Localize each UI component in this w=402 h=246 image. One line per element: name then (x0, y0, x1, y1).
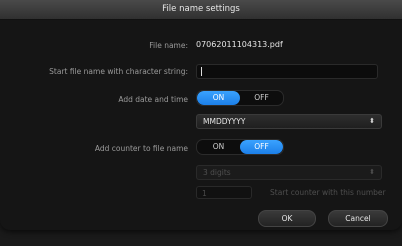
ok-button[interactable]: OK (258, 210, 316, 227)
select-arrows-icon: ⬍ (369, 168, 375, 176)
dialog-title: File name settings (0, 0, 402, 20)
start-string-input[interactable] (196, 64, 378, 79)
counter-start-input[interactable]: 1 (196, 186, 252, 199)
cancel-button[interactable]: Cancel (328, 210, 388, 227)
counter-label: Add counter to file name (94, 144, 188, 153)
start-string-label: Start file name with character string: (49, 67, 188, 76)
date-format-value: MMDDYYYY (203, 117, 246, 126)
counter-on-button[interactable]: ON (197, 140, 240, 154)
file-name-settings-dialog: File name settings File name: 0706201110… (0, 0, 402, 230)
date-time-label: Add date and time (118, 95, 188, 104)
counter-digits-select[interactable]: 3 digits ⬍ (196, 165, 382, 180)
text-cursor (201, 67, 202, 76)
date-time-toggle[interactable]: ON OFF (196, 90, 284, 106)
file-name-value: 07062011104313.pdf (196, 40, 283, 49)
file-name-label: File name: (149, 41, 188, 50)
date-format-select[interactable]: MMDDYYYY ⬍ (196, 114, 382, 129)
date-time-off-button[interactable]: OFF (240, 91, 283, 105)
counter-off-button[interactable]: OFF (240, 140, 283, 154)
select-arrows-icon: ⬍ (369, 117, 375, 125)
counter-digits-value: 3 digits (203, 168, 231, 177)
counter-start-hint: Start counter with this number (270, 188, 386, 197)
counter-toggle[interactable]: ON OFF (196, 139, 284, 155)
date-time-on-button[interactable]: ON (197, 91, 240, 105)
